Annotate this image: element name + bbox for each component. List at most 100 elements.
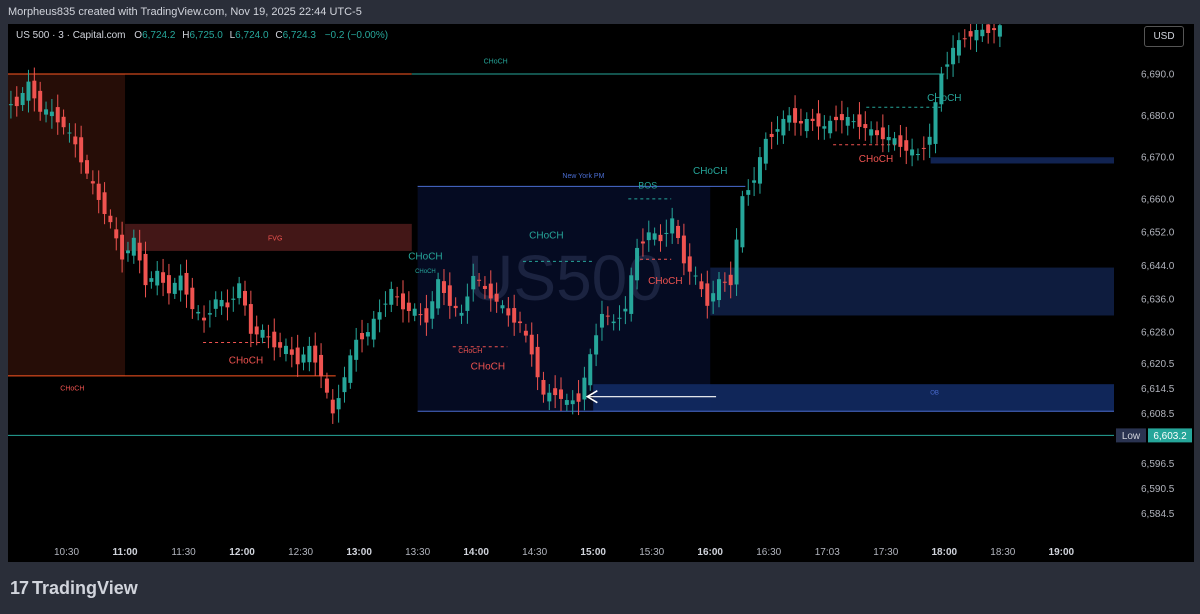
candle-body-19 (120, 234, 125, 260)
candle-body-109 (646, 232, 651, 241)
candle-body-91 (541, 379, 546, 395)
candle-body-40 (243, 290, 247, 306)
x-tick-label-4: 12:30 (288, 547, 313, 558)
tradingview-logo-text: TradingView (32, 578, 138, 598)
tradingview-logo[interactable]: 17 TradingView (10, 578, 138, 599)
change-value: −0.2 (−0.00%) (324, 30, 389, 41)
candle-body-101 (599, 313, 604, 328)
annotation-label-12: CHoCH (458, 348, 482, 355)
x-tick-label-17: 19:00 (1049, 547, 1075, 558)
candle-body-30 (184, 272, 189, 295)
candle-body-79 (471, 275, 476, 290)
candle-body-56 (336, 398, 341, 410)
candle-body-133 (787, 115, 792, 123)
symbol-legend[interactable]: US 500 · 3 · Capital.com O6,724.2 H6,725… (16, 30, 388, 41)
candle-body-50 (301, 354, 306, 363)
price-chart[interactable]: US500CHoCHCHoCHCHoCHCHoCHNew York PMBOSC… (8, 24, 1194, 562)
y-tick-label-11: 6,596.5 (1141, 459, 1175, 470)
candle-body-21 (131, 237, 136, 256)
candle-body-140 (828, 120, 833, 134)
y-tick-label-8: 6,620.5 (1141, 359, 1175, 370)
candle-body-4 (32, 80, 37, 99)
zone-3 (710, 267, 1114, 316)
candle-body-111 (658, 234, 663, 242)
candle-body-10 (67, 132, 72, 134)
candle-body-16 (102, 192, 107, 215)
candle-body-33 (202, 317, 207, 321)
candle-body-27 (166, 275, 171, 294)
candle-body-162 (956, 40, 961, 56)
created-caption: Morpheus835 created with TradingView.com… (8, 6, 362, 18)
x-tick-label-7: 14:00 (463, 547, 489, 558)
candle-body-48 (289, 349, 294, 355)
candle-body-39 (237, 283, 242, 299)
candle-body-37 (225, 302, 230, 308)
currency-button[interactable]: USD (1144, 26, 1184, 47)
candle-body-112 (664, 232, 669, 234)
candle-body-12 (79, 137, 84, 163)
candle-body-11 (73, 136, 78, 145)
candle-body-26 (161, 272, 166, 283)
candle-body-116 (687, 256, 692, 272)
candle-body-0 (8, 104, 13, 106)
candle-body-142 (839, 114, 844, 121)
candle-body-151 (892, 138, 897, 145)
candle-body-42 (254, 326, 259, 335)
candle-body-18 (114, 229, 119, 239)
candle-body-124 (734, 239, 739, 285)
candle-body-22 (137, 242, 142, 261)
annotation-label-10: FVG (268, 236, 282, 243)
candle-body-71 (424, 308, 429, 323)
candle-body-138 (816, 113, 821, 127)
candle-body-54 (324, 378, 329, 393)
candle-body-92 (547, 392, 552, 402)
candle-body-104 (617, 317, 622, 319)
candle-body-132 (781, 118, 786, 136)
x-tick-label-5: 13:00 (346, 547, 372, 558)
candle-body-135 (798, 120, 803, 124)
candle-body-163 (962, 38, 967, 40)
candle-body-160 (945, 64, 950, 67)
candle-body-35 (213, 299, 218, 309)
x-tick-label-15: 18:00 (932, 547, 958, 558)
candle-body-24 (149, 278, 154, 282)
annotation-label-9: CHoCH (648, 276, 682, 287)
candle-body-76 (453, 305, 458, 309)
candle-body-20 (125, 250, 130, 254)
chart-area[interactable]: US 500 · 3 · Capital.com O6,724.2 H6,725… (8, 24, 1194, 562)
candle-body-84 (500, 305, 505, 309)
x-tick-label-16: 18:30 (990, 547, 1015, 558)
annotation-label-11: CHoCH (229, 355, 263, 366)
zone-4 (930, 157, 1114, 164)
candle-body-66 (395, 296, 400, 298)
candle-body-126 (746, 190, 751, 195)
candle-body-36 (219, 299, 224, 307)
candle-body-152 (898, 135, 903, 147)
y-tick-label-13: 6,584.5 (1141, 509, 1175, 520)
candle-body-123 (728, 274, 733, 286)
candle-body-121 (717, 279, 721, 301)
candle-body-168 (992, 28, 997, 31)
candle-body-38 (231, 298, 236, 300)
candle-body-31 (190, 287, 195, 310)
candle-body-153 (904, 140, 909, 151)
candle-body-90 (535, 346, 540, 378)
symbol-name[interactable]: US 500 · 3 · Capital.com (16, 30, 126, 41)
candle-body-117 (693, 275, 698, 277)
zone-5 (593, 384, 1114, 412)
candle-body-143 (845, 116, 850, 126)
candle-body-13 (85, 160, 89, 174)
candle-body-81 (482, 285, 487, 289)
x-tick-label-2: 11:30 (171, 547, 196, 558)
candle-body-52 (313, 345, 318, 363)
candle-body-96 (570, 400, 575, 405)
candle-body-127 (752, 180, 757, 183)
candle-body-125 (740, 196, 745, 248)
candle-body-67 (401, 293, 405, 310)
candle-body-28 (172, 282, 177, 294)
low-value: 6,724.0 (235, 30, 269, 41)
candle-body-93 (553, 388, 558, 396)
x-tick-label-1: 11:00 (113, 547, 138, 558)
annotation-label-0: CHoCH (484, 59, 508, 66)
candle-body-114 (676, 225, 681, 239)
